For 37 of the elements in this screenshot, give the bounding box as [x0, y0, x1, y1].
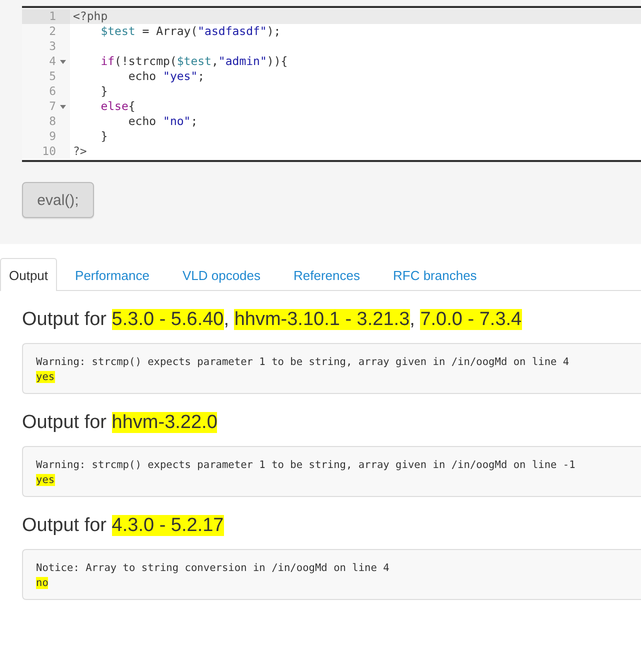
output-text: Warning: strcmp() expects parameter 1 to be string, array given in /in/oogMd on line 4 [36, 356, 570, 368]
code-line: <?php [72, 9, 108, 24]
code-line: $test = Array("asdfasdf"); [100, 24, 281, 39]
tab[interactable]: Output [0, 258, 58, 291]
output-text: no [36, 577, 48, 589]
output-text: yes [36, 474, 55, 486]
line-number: 5 [49, 69, 56, 84]
code-line: echo "no"; [127, 114, 198, 129]
tab[interactable]: RFC branches [377, 258, 492, 291]
code-line: } [100, 129, 108, 144]
code-line: ?> [72, 144, 87, 159]
output-heading: Output for hhvm-3.22.0 [22, 412, 218, 434]
code-line: if(!strcmp($test,"admin")){ [100, 54, 288, 69]
code-line: else{ [100, 99, 136, 114]
line-number: 6 [49, 84, 56, 99]
fold-arrow-icon[interactable] [60, 60, 66, 64]
line-number: 2 [49, 24, 56, 39]
eval-button[interactable]: eval(); [22, 182, 94, 218]
line-number: 10 [42, 144, 56, 159]
output-text: yes [36, 371, 55, 383]
line-number: 3 [49, 39, 56, 54]
output-heading: Output for 5.3.0 - 5.6.40, hhvm-3.10.1 - 3.21.3, 7.0.0 - 7.3.4 [22, 309, 523, 331]
fold-arrow-icon[interactable] [60, 104, 66, 108]
tab[interactable]: Performance [59, 258, 164, 291]
tab[interactable]: VLD opcodes [166, 258, 276, 291]
line-number: 9 [49, 129, 56, 144]
code-editor[interactable]: 1 <?php 2 $test = Array("asdfasdf"); 3 4 if(!strcmp($test,"admin")){ 5 echo "yes"; 6 } 7 else{ 8 echo "no"; 9 } 10 ?> [22, 6, 641, 162]
line-number: 7 [49, 99, 56, 114]
line-number: 1 [49, 9, 56, 24]
line-number: 8 [49, 114, 56, 129]
output-heading: Output for 4.3.0 - 5.2.17 [22, 515, 225, 537]
tab[interactable]: References [278, 258, 375, 291]
code-line: } [100, 84, 108, 99]
output-text: Notice: Array to string conversion in /in/oogMd on line 4 [36, 562, 390, 574]
output-text: Warning: strcmp() expects parameter 1 to be string, array given in /in/oogMd on line -1 [36, 459, 576, 471]
code-line: echo "yes"; [127, 69, 205, 84]
line-number: 4 [49, 54, 56, 69]
